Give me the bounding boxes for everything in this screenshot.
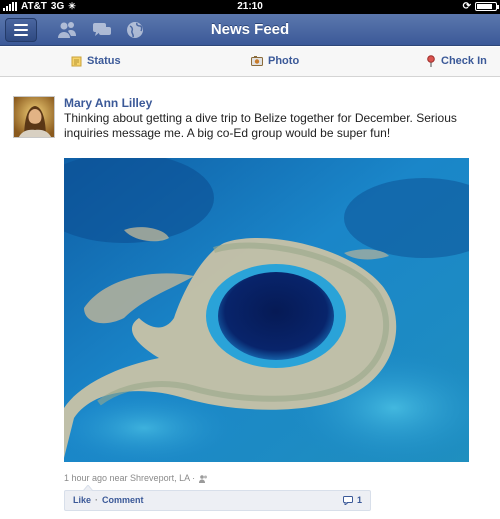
feedback-pointer — [83, 485, 93, 491]
post-text: Thinking about getting a dive trip to Be… — [64, 111, 457, 140]
nav-bar: News Feed — [0, 14, 500, 46]
audience-friends-icon — [199, 474, 208, 483]
publisher-bar: Status Photo Check In — [0, 47, 500, 77]
checkin-button[interactable]: Check In — [426, 55, 487, 67]
post-photo[interactable] — [64, 158, 469, 462]
status-right: ⟳ — [462, 1, 499, 12]
post-author[interactable]: Mary Ann Lilley — [64, 96, 152, 110]
like-button[interactable]: Like — [73, 495, 91, 505]
status-label: Status — [87, 55, 121, 67]
post-meta: 1 hour ago near Shreveport, LA · — [64, 473, 208, 483]
battery-icon — [475, 2, 499, 11]
comment-count-button[interactable]: 1 — [342, 495, 362, 505]
separator-dot: · — [95, 495, 99, 505]
status-button[interactable]: Status — [71, 55, 121, 67]
photo-label: Photo — [268, 55, 300, 67]
blue-hole-image — [64, 158, 469, 462]
photo-button[interactable]: Photo — [251, 55, 299, 67]
location-pin-icon — [427, 55, 435, 67]
post-meta-text: 1 hour ago near Shreveport, LA · — [64, 473, 196, 483]
comment-count: 1 — [356, 495, 362, 505]
status-pencil-icon — [71, 56, 82, 66]
comment-button[interactable]: Comment — [102, 495, 144, 505]
rotation-lock-icon: ⟳ — [462, 1, 471, 12]
checkin-label: Check In — [441, 55, 487, 67]
feedback-bar: Like · Comment 1 — [64, 485, 371, 511]
author-avatar[interactable] — [13, 96, 55, 138]
status-time: 21:10 — [237, 1, 263, 12]
status-bar: AT&T 3G ✳ 21:10 ⟳ — [0, 0, 500, 14]
feedback-actions: Like · Comment — [73, 495, 144, 505]
page-title: News Feed — [210, 21, 290, 38]
profile-picture — [14, 97, 54, 137]
battery-level — [477, 4, 493, 9]
camera-icon — [251, 56, 263, 66]
comment-bubble-icon — [342, 495, 353, 505]
